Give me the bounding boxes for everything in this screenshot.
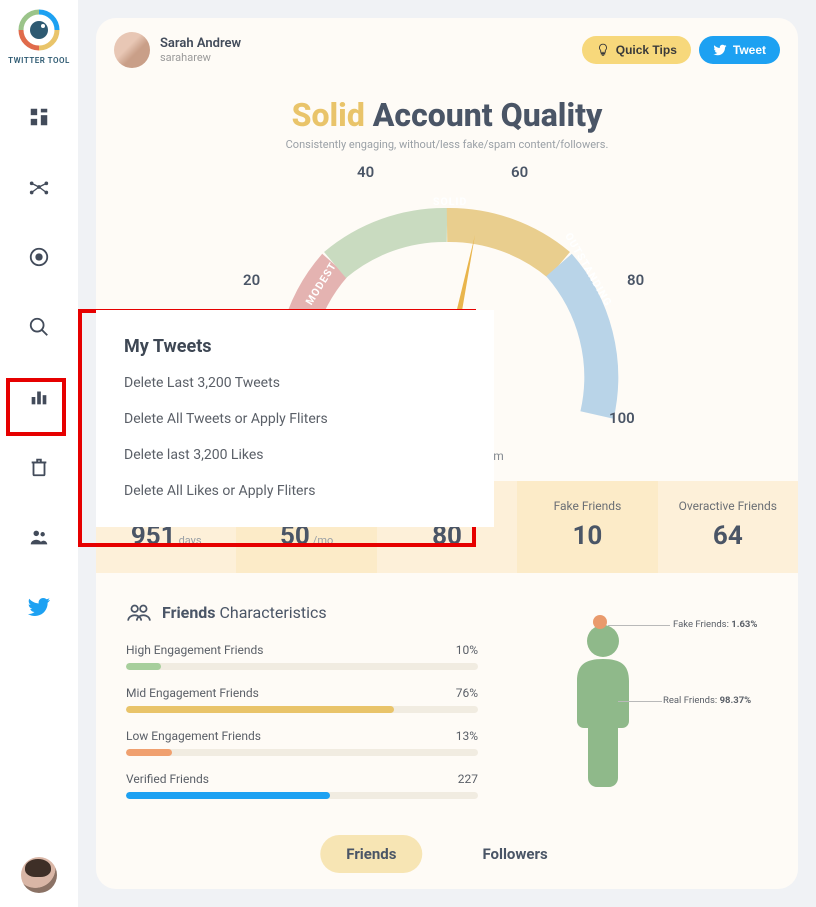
app-name: TWITTER TOOL — [8, 56, 70, 65]
characteristics-tabs: Friends Followers — [320, 835, 573, 873]
gauge-tick-60: 60 — [511, 163, 528, 181]
account-avatar[interactable] — [21, 857, 57, 893]
friends-icon — [126, 599, 152, 625]
profile-chip[interactable]: Sarah Andrew saraharew — [114, 32, 241, 68]
nav-dashboard-icon[interactable] — [19, 97, 59, 137]
bar-high-engagement: High Engagement Friends10% — [126, 643, 478, 670]
page-title: Solid Account Quality — [114, 96, 780, 134]
nav-network-icon[interactable] — [19, 167, 59, 207]
lightbulb-icon — [596, 43, 610, 57]
bar-low-engagement: Low Engagement Friends13% — [126, 729, 478, 756]
gauge-tick-100: 100 — [609, 409, 635, 427]
nav-delete-icon[interactable] — [19, 447, 59, 487]
nav-target-icon[interactable] — [19, 237, 59, 277]
my-tweets-menu-title: My Tweets — [124, 336, 466, 357]
quick-tips-button[interactable]: Quick Tips — [582, 36, 691, 64]
nav-twitter-icon[interactable] — [19, 587, 59, 627]
menu-delete-last-tweets[interactable]: Delete Last 3,200 Tweets — [124, 375, 466, 391]
gauge-tick-80: 80 — [627, 271, 644, 289]
nav-search-icon[interactable] — [19, 307, 59, 347]
twitter-icon — [713, 43, 727, 57]
friends-body-graphic: Fake Friends: 1.63% Real Friends: 98.37% — [508, 599, 768, 815]
profile-name: Sarah Andrew — [160, 36, 241, 51]
tweet-label: Tweet — [733, 43, 766, 57]
gauge-tick-20: 20 — [243, 271, 260, 289]
callout-fake: Fake Friends: 1.63% — [673, 619, 757, 630]
menu-delete-last-likes[interactable]: Delete last 3,200 Likes — [124, 447, 466, 463]
characteristics-heading: Friends Characteristics — [126, 599, 478, 625]
nav-analytics-icon[interactable] — [19, 377, 59, 417]
gauge-seg-solid: SOLID — [433, 195, 467, 208]
profile-handle: saraharew — [160, 51, 241, 64]
gauge-tick-40: 40 — [357, 163, 374, 181]
sidebar: TWITTER TOOL — [0, 0, 78, 907]
page-subtitle: Consistently engaging, without/less fake… — [114, 138, 780, 151]
bar-verified: Verified Friends227 — [126, 772, 478, 799]
main-panel: Sarah Andrew saraharew Quick Tips Tweet — [78, 0, 816, 907]
app-logo[interactable]: TWITTER TOOL — [8, 8, 70, 65]
quick-tips-label: Quick Tips — [616, 43, 677, 57]
stat-fake-friends: Fake Friends 10 — [517, 481, 657, 573]
profile-avatar — [114, 32, 150, 68]
tab-friends[interactable]: Friends — [320, 835, 422, 873]
menu-delete-all-likes[interactable]: Delete All Likes or Apply Fliters — [124, 483, 466, 499]
nav-users-icon[interactable] — [19, 517, 59, 557]
callout-real: Real Friends: 98.37% — [663, 695, 751, 706]
my-tweets-menu: My Tweets Delete Last 3,200 Tweets Delet… — [96, 310, 494, 527]
bar-mid-engagement: Mid Engagement Friends76% — [126, 686, 478, 713]
stat-overactive: Overactive Friends 64 — [658, 481, 798, 573]
tab-followers[interactable]: Followers — [456, 835, 573, 873]
menu-delete-all-tweets[interactable]: Delete All Tweets or Apply Fliters — [124, 411, 466, 427]
tweet-button[interactable]: Tweet — [699, 36, 780, 64]
